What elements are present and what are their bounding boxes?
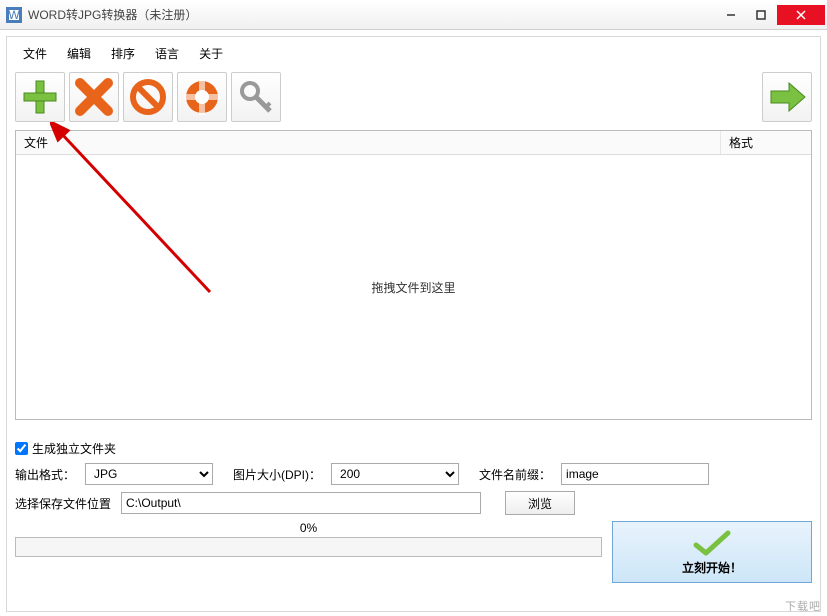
close-button[interactable] [777,5,825,25]
checkmark-icon [692,529,732,557]
browse-button[interactable]: 浏览 [505,491,575,515]
x-icon [74,77,114,117]
separate-folder-input[interactable] [15,442,28,455]
register-button[interactable] [231,72,281,122]
forbidden-icon [128,77,168,117]
remove-button[interactable] [69,72,119,122]
titlebar: W WORD转JPG转换器（未注册） [0,0,827,30]
window-title: WORD转JPG转换器（未注册） [28,6,717,23]
go-button[interactable] [762,72,812,122]
content-frame: 文件 编辑 排序 语言 关于 文件 格式 拖拽文 [6,36,821,612]
start-button[interactable]: 立刻开始！ [612,521,812,583]
lifebuoy-icon [182,77,222,117]
drop-hint-text: 拖拽文件到这里 [371,279,455,296]
arrow-right-icon [767,77,807,117]
output-format-label: 输出格式： [15,466,75,483]
save-path-label: 选择保存文件位置 [15,495,111,512]
menu-edit[interactable]: 编辑 [67,45,91,62]
maximize-button[interactable] [747,5,775,25]
file-table: 文件 格式 拖拽文件到这里 [15,130,812,420]
prefix-input[interactable] [561,463,709,485]
minimize-button[interactable] [717,5,745,25]
prefix-label: 文件名前缀： [479,466,551,483]
table-header: 文件 格式 [16,131,811,155]
clear-button[interactable] [123,72,173,122]
progress-percent: 0% [15,521,602,535]
dpi-label: 图片大小(DPI)： [233,466,321,483]
plus-icon [20,77,60,117]
output-format-select[interactable]: JPG [85,463,213,485]
menubar: 文件 编辑 排序 语言 关于 [15,43,812,68]
file-drop-area[interactable]: 拖拽文件到这里 [16,155,811,419]
menu-file[interactable]: 文件 [23,45,47,62]
help-button[interactable] [177,72,227,122]
save-path-input[interactable] [121,492,481,514]
svg-text:W: W [8,8,20,22]
progress-bar [15,537,602,557]
menu-language[interactable]: 语言 [155,45,179,62]
column-file[interactable]: 文件 [16,131,721,154]
separate-folder-label: 生成独立文件夹 [32,440,116,457]
toolbar [15,68,812,130]
menu-sort[interactable]: 排序 [111,45,135,62]
key-icon [236,77,276,117]
watermark: 下载吧 [785,598,821,614]
dpi-select[interactable]: 200 [331,463,459,485]
column-format[interactable]: 格式 [721,131,811,154]
separate-folder-checkbox[interactable]: 生成独立文件夹 [15,440,116,457]
app-icon: W [6,7,22,23]
add-button[interactable] [15,72,65,122]
menu-about[interactable]: 关于 [199,45,223,62]
options-panel: 生成独立文件夹 输出格式： JPG 图片大小(DPI)： 200 文件名前缀： … [15,420,812,583]
start-button-label: 立刻开始！ [682,559,742,576]
